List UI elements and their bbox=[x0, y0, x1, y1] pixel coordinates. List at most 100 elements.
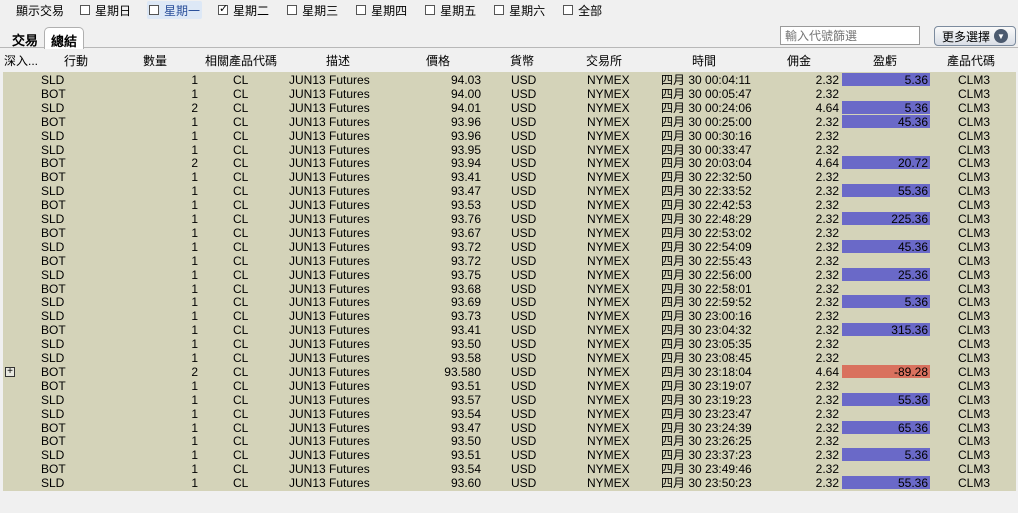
table-row[interactable]: BOT 1 CL JUN13 Futures 93.41 USD NYMEX 四月 30 23… bbox=[3, 323, 1016, 337]
day-option[interactable]: 星期四 bbox=[354, 1, 409, 19]
table-row[interactable]: BOT 1 CL JUN13 Futures 93.68 USD NYMEX 四月 30 22… bbox=[3, 282, 1016, 296]
table-row[interactable]: SLD 1 CL JUN13 Futures 93.60 USD NYMEX 四月 30 23… bbox=[3, 476, 1016, 490]
col-time[interactable]: 時間 bbox=[692, 52, 716, 69]
description-cell: JUN13 Futures bbox=[289, 281, 370, 296]
description-cell: JUN13 Futures bbox=[289, 476, 370, 491]
table-row[interactable]: SLD 1 CL JUN13 Futures 93.69 USD NYMEX 四月 30 22… bbox=[3, 295, 1016, 309]
exchange-cell: NYMEX bbox=[587, 378, 630, 393]
day-option[interactable]: 星期二 bbox=[216, 1, 271, 19]
currency-cell: USD bbox=[511, 309, 537, 324]
checkbox[interactable] bbox=[218, 2, 228, 15]
commission-cell: 2.32 bbox=[815, 337, 839, 352]
checkbox[interactable] bbox=[425, 5, 436, 15]
symbol-cell: CL bbox=[233, 378, 249, 393]
day-label: 星期五 bbox=[440, 3, 477, 18]
pnl-cell: 225.36 bbox=[842, 212, 930, 226]
day-option[interactable]: 星期日 bbox=[78, 1, 133, 19]
checkbox[interactable] bbox=[80, 5, 91, 15]
tab-trades[interactable]: 交易 bbox=[6, 27, 44, 48]
tab-summary[interactable]: 總結 bbox=[44, 27, 85, 49]
description-cell: JUN13 Futures bbox=[289, 128, 370, 143]
col-action[interactable]: 行動 bbox=[64, 52, 88, 69]
exchange-cell: NYMEX bbox=[587, 337, 630, 352]
table-row[interactable]: SLD 2 CL JUN13 Futures 94.01 USD NYMEX 四月 30 00… bbox=[3, 100, 1016, 115]
table-row[interactable]: BOT 1 CL JUN13 Futures 93.96 USD NYMEX 四月 30 00… bbox=[3, 114, 1016, 129]
day-option[interactable]: 星期六 bbox=[492, 1, 547, 19]
commission-cell: 2.32 bbox=[815, 378, 839, 393]
col-commission[interactable]: 佣金 bbox=[787, 52, 811, 69]
more-options-button[interactable]: 更多選擇 ▼ bbox=[934, 26, 1016, 46]
symbol-cell: CL bbox=[233, 114, 249, 129]
day-label: 星期二 bbox=[233, 3, 270, 18]
price-cell: 93.60 bbox=[450, 476, 481, 491]
col-currency[interactable]: 貨幣 bbox=[510, 52, 534, 69]
col-description[interactable]: 描述 bbox=[326, 52, 350, 69]
symbol-cell: CL bbox=[233, 212, 249, 226]
table-row[interactable]: + BOT 2 CL JUN13 Futures 93.580 USD NYMEX 四月 30 … bbox=[3, 364, 1016, 379]
table-row[interactable]: SLD 1 CL JUN13 Futures 93.57 USD NYMEX 四月 30 23… bbox=[3, 392, 1016, 407]
day-option[interactable]: 星期五 bbox=[423, 1, 478, 19]
checkbox[interactable] bbox=[356, 5, 367, 15]
time-cell: 四月 30 23:19:23 bbox=[661, 392, 752, 407]
table-row[interactable]: SLD 1 CL JUN13 Futures 93.54 USD NYMEX 四月 30 23… bbox=[3, 407, 1016, 421]
table-row[interactable]: BOT 1 CL JUN13 Futures 93.50 USD NYMEX 四月 30 23… bbox=[3, 434, 1016, 448]
exchange-cell: NYMEX bbox=[587, 86, 630, 101]
day-option[interactable]: 全部 bbox=[561, 1, 604, 19]
table-row[interactable]: BOT 1 CL JUN13 Futures 93.47 USD NYMEX 四月 30 23… bbox=[3, 420, 1016, 435]
col-symbol[interactable]: 相關產品代碼 bbox=[205, 52, 277, 69]
table-row[interactable]: BOT 1 CL JUN13 Futures 93.41 USD NYMEX 四月 30 22… bbox=[3, 170, 1016, 184]
table-row[interactable]: SLD 1 CL JUN13 Futures 93.96 USD NYMEX 四月 30 00… bbox=[3, 129, 1016, 143]
checkbox[interactable] bbox=[287, 5, 298, 15]
symbol-filter-input[interactable] bbox=[780, 26, 920, 45]
table-row[interactable]: SLD 1 CL JUN13 Futures 93.58 USD NYMEX 四月 30 23… bbox=[3, 351, 1016, 365]
exchange-cell: NYMEX bbox=[587, 406, 630, 421]
col-price[interactable]: 價格 bbox=[426, 52, 450, 69]
table-row[interactable]: SLD 1 CL JUN13 Futures 93.95 USD NYMEX 四月 30 00… bbox=[3, 143, 1016, 157]
table-row[interactable]: BOT 1 CL JUN13 Futures 94.00 USD NYMEX 四月 30 00… bbox=[3, 87, 1016, 101]
table-row[interactable]: SLD 1 CL JUN13 Futures 93.51 USD NYMEX 四月 30 23… bbox=[3, 448, 1016, 462]
chevron-down-icon: ▼ bbox=[994, 29, 1008, 43]
table-row[interactable]: SLD 1 CL JUN13 Futures 93.50 USD NYMEX 四月 30 23… bbox=[3, 337, 1016, 351]
table-row[interactable]: SLD 1 CL JUN13 Futures 93.47 USD NYMEX 四月 30 22… bbox=[3, 184, 1016, 198]
col-pnl[interactable]: 盈虧 bbox=[873, 52, 897, 69]
description-cell: JUN13 Futures bbox=[289, 351, 370, 365]
table-row[interactable]: BOT 1 CL JUN13 Futures 93.53 USD NYMEX 四月 30 22… bbox=[3, 198, 1016, 212]
symbol-cell: CL bbox=[233, 351, 249, 365]
table-row[interactable]: SLD 1 CL JUN13 Futures 93.72 USD NYMEX 四月 30 22… bbox=[3, 239, 1016, 254]
table-row[interactable]: SLD 1 CL JUN13 Futures 93.76 USD NYMEX 四月 30 22… bbox=[3, 212, 1016, 226]
col-exchange[interactable]: 交易所 bbox=[586, 52, 622, 69]
col-quantity[interactable]: 數量 bbox=[143, 52, 167, 69]
time-cell: 四月 30 22:59:52 bbox=[661, 295, 752, 310]
exchange-cell: NYMEX bbox=[587, 225, 630, 240]
price-cell: 93.67 bbox=[450, 225, 481, 240]
expand-icon[interactable]: + bbox=[5, 366, 15, 377]
table-row[interactable]: SLD 1 CL JUN13 Futures 93.73 USD NYMEX 四月 30 23… bbox=[3, 309, 1016, 323]
table-row[interactable]: BOT 1 CL JUN13 Futures 93.54 USD NYMEX 四月 30 23… bbox=[3, 462, 1016, 476]
col-drill[interactable]: 深入... bbox=[4, 52, 38, 69]
quantity-cell: 1 bbox=[191, 198, 198, 213]
checkbox[interactable] bbox=[149, 5, 160, 15]
day-option[interactable]: 星期一 bbox=[147, 1, 203, 19]
currency-cell: USD bbox=[511, 351, 537, 365]
time-cell: 四月 30 00:30:16 bbox=[661, 128, 752, 143]
checkbox[interactable] bbox=[563, 5, 574, 15]
table-row[interactable]: BOT 1 CL JUN13 Futures 93.72 USD NYMEX 四月 30 22… bbox=[3, 254, 1016, 268]
commission-cell: 2.32 bbox=[815, 239, 839, 254]
table-row[interactable]: BOT 1 CL JUN13 Futures 93.51 USD NYMEX 四月 30 23… bbox=[3, 379, 1016, 393]
col-code[interactable]: 產品代碼 bbox=[947, 52, 995, 69]
symbol-cell: CL bbox=[233, 142, 249, 157]
table-row[interactable]: BOT 2 CL JUN13 Futures 93.94 USD NYMEX 四月 30 20… bbox=[3, 156, 1016, 170]
action-cell: SLD bbox=[41, 448, 65, 463]
description-cell: JUN13 Futures bbox=[289, 448, 370, 463]
table-row[interactable]: SLD 1 CL JUN13 Futures 93.75 USD NYMEX 四月 30 22… bbox=[3, 267, 1016, 282]
price-cell: 93.41 bbox=[450, 323, 481, 338]
code-cell: CLM3 bbox=[958, 73, 991, 87]
price-cell: 93.57 bbox=[450, 392, 481, 407]
table-row[interactable]: BOT 1 CL JUN13 Futures 93.67 USD NYMEX 四月 30 22… bbox=[3, 226, 1016, 240]
checkbox[interactable] bbox=[494, 5, 505, 15]
currency-cell: USD bbox=[511, 267, 537, 282]
table-row[interactable]: SLD 1 CL JUN13 Futures 94.03 USD NYMEX 四月 30 00… bbox=[3, 73, 1016, 87]
exchange-cell: NYMEX bbox=[587, 156, 630, 171]
code-cell: CLM3 bbox=[958, 253, 991, 268]
day-option[interactable]: 星期三 bbox=[285, 1, 340, 19]
